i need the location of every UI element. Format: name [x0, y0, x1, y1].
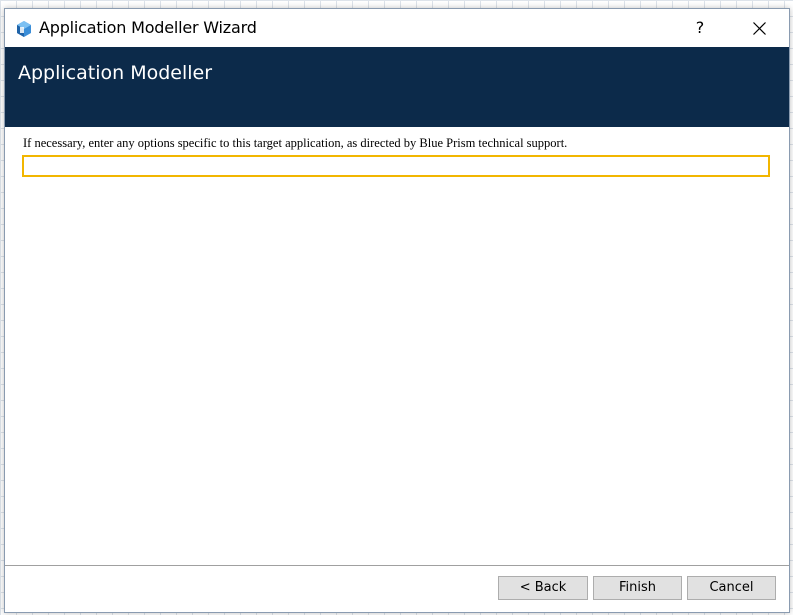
back-button[interactable]: < Back	[498, 576, 588, 600]
close-icon[interactable]	[736, 9, 782, 47]
finish-button[interactable]: Finish	[593, 576, 682, 600]
instruction-text: If necessary, enter any options specific…	[23, 136, 568, 150]
page-title: Application Modeller	[18, 62, 213, 84]
cancel-button[interactable]: Cancel	[687, 576, 776, 600]
target-options-input[interactable]	[22, 155, 770, 177]
footer-divider	[5, 565, 789, 566]
app-icon	[17, 21, 31, 37]
title-bar[interactable]: Application Modeller Wizard ?	[5, 9, 789, 47]
window-title: Application Modeller Wizard	[39, 18, 257, 37]
help-icon[interactable]: ?	[677, 9, 723, 47]
wizard-dialog: Application Modeller Wizard ? Applicatio…	[4, 8, 790, 613]
header-banner: Application Modeller	[5, 47, 789, 127]
